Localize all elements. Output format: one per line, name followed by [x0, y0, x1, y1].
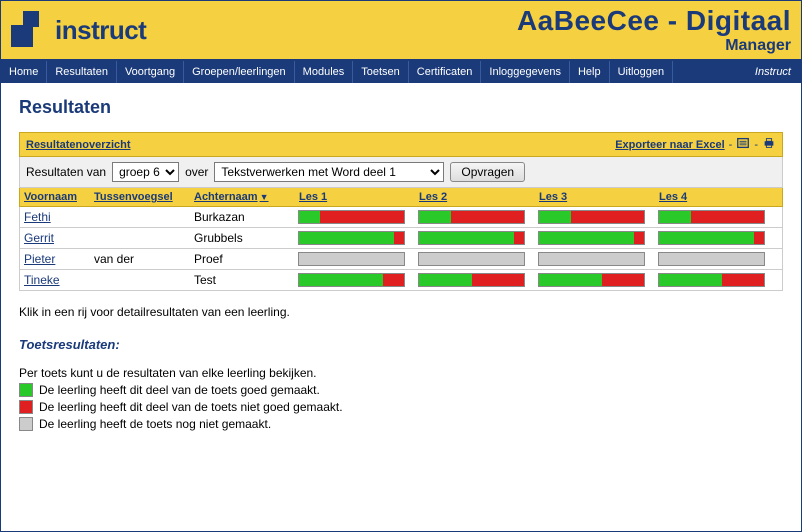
opvragen-button[interactable]: Opvragen	[450, 162, 525, 182]
legend-square-green-icon	[19, 383, 33, 397]
nav-resultaten[interactable]: Resultaten	[47, 61, 117, 83]
overview-link[interactable]: Resultatenoverzicht	[26, 139, 131, 151]
export-excel-link[interactable]: Exporteer naar Excel	[615, 139, 724, 151]
table-row[interactable]: Gerrit Grubbels	[19, 228, 783, 249]
result-bar	[538, 210, 645, 224]
result-bar	[298, 210, 405, 224]
app-title: AaBeeCee - Digitaal	[517, 5, 791, 37]
export-data-icon[interactable]	[736, 136, 750, 153]
legend-square-red-icon	[19, 400, 33, 414]
col-tussenvoegsel[interactable]: Tussenvoegsel	[90, 188, 190, 206]
result-bar	[658, 273, 765, 287]
logo: instruct	[11, 11, 146, 49]
cell-achternaam: Burkazan	[190, 207, 295, 227]
result-bar	[538, 273, 645, 287]
module-select[interactable]: Tekstverwerken met Word deel 1	[214, 162, 444, 182]
cell-tussenvoegsel	[90, 207, 190, 227]
cell-les2	[415, 207, 535, 227]
result-bar	[298, 231, 405, 245]
cell-achternaam: Proef	[190, 249, 295, 269]
filter-mid: over	[185, 165, 208, 179]
cell-les1	[295, 207, 415, 227]
cell-les3	[535, 228, 655, 248]
result-bar	[418, 252, 525, 266]
nav-certificaten[interactable]: Certificaten	[409, 61, 482, 83]
cell-les1	[295, 228, 415, 248]
filter-prefix: Resultaten van	[26, 165, 106, 179]
nav-help[interactable]: Help	[570, 61, 610, 83]
legend-good: De leerling heeft dit deel van de toets …	[19, 383, 783, 397]
nav-voortgang[interactable]: Voortgang	[117, 61, 184, 83]
nav-modules[interactable]: Modules	[295, 61, 354, 83]
col-les1[interactable]: Les 1	[295, 188, 415, 206]
nav-groepen-leerlingen[interactable]: Groepen/leerlingen	[184, 61, 295, 83]
cell-tussenvoegsel: van der	[90, 249, 190, 269]
cell-les2	[415, 249, 535, 269]
cell-les3	[535, 207, 655, 227]
col-les4[interactable]: Les 4	[655, 188, 775, 206]
cell-les3	[535, 270, 655, 290]
cell-les3	[535, 249, 655, 269]
nav-home[interactable]: Home	[1, 61, 47, 83]
overview-bar: Resultatenoverzicht Exporteer naar Excel…	[19, 132, 783, 157]
cell-les4	[655, 270, 775, 290]
nav-toetsen[interactable]: Toetsen	[353, 61, 409, 83]
cell-les2	[415, 228, 535, 248]
result-bar	[658, 210, 765, 224]
result-bar	[658, 231, 765, 245]
cell-les4	[655, 228, 775, 248]
cell-les1	[295, 249, 415, 269]
result-bar	[538, 231, 645, 245]
legend-none: De leerling heeft de toets nog niet gema…	[19, 417, 783, 431]
col-les2[interactable]: Les 2	[415, 188, 535, 206]
cell-voornaam[interactable]: Tineke	[20, 270, 90, 290]
result-bar	[658, 252, 765, 266]
navbar: HomeResultatenVoortgangGroepen/leerlinge…	[1, 61, 801, 83]
result-bar	[538, 252, 645, 266]
row-hint: Klik in een rij voor detailresultaten va…	[19, 305, 783, 319]
filter-row: Resultaten van groep 6 over Tekstverwerk…	[19, 157, 783, 188]
group-select[interactable]: groep 6	[112, 162, 179, 182]
cell-voornaam[interactable]: Fethi	[20, 207, 90, 227]
legend-bad: De leerling heeft dit deel van de toets …	[19, 400, 783, 414]
result-bar	[418, 273, 525, 287]
cell-achternaam: Test	[190, 270, 295, 290]
cell-les2	[415, 270, 535, 290]
navbar-brand: Instruct	[745, 61, 801, 83]
nav-uitloggen[interactable]: Uitloggen	[610, 61, 673, 83]
col-achternaam[interactable]: Achternaam ▼	[190, 188, 295, 206]
cell-les4	[655, 249, 775, 269]
col-les3[interactable]: Les 3	[535, 188, 655, 206]
cell-les1	[295, 270, 415, 290]
header-right: AaBeeCee - Digitaal Manager	[517, 5, 791, 55]
logo-icon	[11, 11, 49, 49]
nav-inloggegevens[interactable]: Inloggegevens	[481, 61, 570, 83]
result-bar	[298, 273, 405, 287]
result-bar	[418, 231, 525, 245]
cell-les4	[655, 207, 775, 227]
cell-achternaam: Grubbels	[190, 228, 295, 248]
col-voornaam[interactable]: Voornaam	[20, 188, 90, 206]
toetsresultaten-heading: Toetsresultaten:	[19, 337, 783, 352]
header: instruct AaBeeCee - Digitaal Manager	[1, 1, 801, 61]
logo-text: instruct	[55, 15, 146, 46]
result-bar	[418, 210, 525, 224]
table-row[interactable]: Tineke Test	[19, 270, 783, 291]
result-bar	[298, 252, 405, 266]
table-row[interactable]: Pietervan derProef	[19, 249, 783, 270]
table-row[interactable]: Fethi Burkazan	[19, 207, 783, 228]
cell-voornaam[interactable]: Pieter	[20, 249, 90, 269]
app-subtitle: Manager	[517, 37, 791, 55]
table-header: Voornaam Tussenvoegsel Achternaam ▼ Les …	[19, 188, 783, 207]
legend-intro: Per toets kunt u de resultaten van elke …	[19, 366, 783, 380]
cell-tussenvoegsel	[90, 228, 190, 248]
page-title: Resultaten	[19, 97, 783, 118]
cell-voornaam[interactable]: Gerrit	[20, 228, 90, 248]
cell-tussenvoegsel	[90, 270, 190, 290]
legend-square-grey-icon	[19, 417, 33, 431]
print-icon[interactable]	[762, 136, 776, 153]
sort-desc-icon: ▼	[260, 192, 269, 202]
